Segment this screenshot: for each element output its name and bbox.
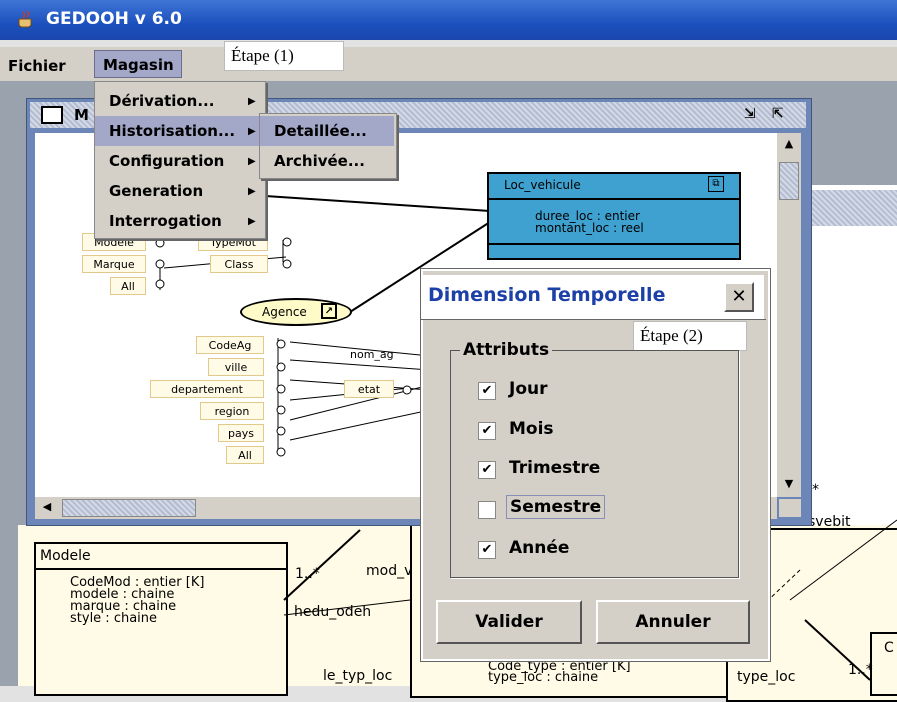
loc-vehicule-attributes: duree_loc : entier montant_loc : reel: [535, 210, 644, 234]
level-box-pays[interactable]: pays: [218, 424, 264, 442]
level-box-class[interactable]: Class: [210, 255, 268, 273]
loc-vehicule-divider: [487, 198, 741, 200]
checkbox-annee[interactable]: ✔: [478, 541, 496, 559]
step2-annotation: Étape (2): [633, 321, 747, 351]
level-box-region[interactable]: region: [200, 402, 264, 420]
close-icon[interactable]: ✕: [724, 282, 754, 312]
menu-item-historisation[interactable]: Historisation...: [95, 116, 265, 146]
menu-item-label: Generation: [109, 182, 204, 200]
loc-vehicule-attr: montant_loc : reel: [535, 221, 644, 235]
menu-item-label: Archivée...: [274, 152, 365, 170]
checkbox-label-annee: Année: [509, 538, 570, 558]
nom-ag-label: nom_ag: [350, 348, 394, 361]
menu-item-derivation[interactable]: Dérivation...: [95, 86, 265, 116]
dimension-icon: ↗: [321, 303, 337, 319]
menu-item-label: Dérivation...: [109, 92, 215, 110]
attributs-group-label: Attributs: [460, 340, 553, 360]
menu-item-archivee[interactable]: Archivée...: [260, 146, 394, 176]
checkbox-semestre[interactable]: [478, 501, 496, 519]
menu-item-configuration[interactable]: Configuration: [95, 146, 265, 176]
fact-icon: ⧉: [708, 176, 724, 192]
menu-item-label: Historisation...: [109, 122, 236, 140]
menu-item-label: Detaillée...: [274, 122, 367, 140]
submenu-arrow-icon: ▶: [248, 96, 256, 107]
submenu-arrow-icon: ▶: [248, 126, 256, 137]
checkbox-label-semestre: Semestre: [506, 495, 606, 519]
level-box-all[interactable]: All: [110, 277, 146, 295]
submenu-arrow-icon: ▶: [248, 186, 256, 197]
menu-item-generation[interactable]: Generation: [95, 176, 265, 206]
annuler-button[interactable]: Annuler: [596, 600, 750, 644]
checkbox-trimestre[interactable]: ✔: [478, 461, 496, 479]
submenu-arrow-icon: ▶: [248, 156, 256, 167]
menu-item-detaillee[interactable]: Detaillée...: [260, 116, 394, 146]
submenu-arrow-icon: ▶: [248, 216, 256, 227]
level-box-departement[interactable]: departement: [150, 380, 264, 398]
etat-box[interactable]: etat: [344, 380, 394, 398]
checkbox-label-jour: Jour: [509, 379, 548, 399]
checkbox-label-trimestre: Trimestre: [509, 458, 601, 478]
menu-item-label: Configuration: [109, 152, 225, 170]
valider-button[interactable]: Valider: [436, 600, 582, 644]
magasin-menu: Dérivation... Historisation... Configura…: [94, 81, 266, 239]
level-box-all[interactable]: All: [226, 446, 264, 464]
historisation-submenu: Detaillée... Archivée...: [259, 113, 397, 179]
checkbox-jour[interactable]: ✔: [478, 382, 496, 400]
level-box-codeag[interactable]: CodeAg: [196, 336, 264, 354]
loc-vehicule-name: Loc_vehicule: [504, 178, 581, 192]
dialog-title: Dimension Temporelle: [428, 284, 666, 306]
menu-item-label: Interrogation: [109, 212, 222, 230]
level-box-marque[interactable]: Marque: [82, 255, 146, 273]
menu-item-interrogation[interactable]: Interrogation: [95, 206, 265, 236]
checkbox-label-mois: Mois: [509, 419, 554, 439]
level-box-ville[interactable]: ville: [208, 358, 264, 376]
dialog-title-separator: [421, 319, 766, 320]
agence-label: Agence: [262, 305, 307, 319]
loc-vehicule-divider: [487, 243, 741, 245]
checkbox-mois[interactable]: ✔: [478, 422, 496, 440]
